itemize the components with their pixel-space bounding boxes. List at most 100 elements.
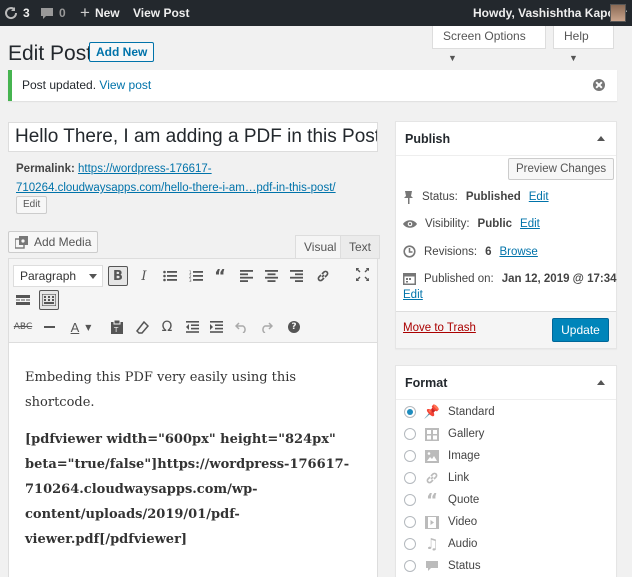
numbered-list-icon[interactable]: 123 [186,266,206,286]
browse-revisions-link[interactable]: Browse [499,246,537,258]
format-box-header[interactable]: Format [396,366,616,400]
edit-date-link[interactable]: Edit [403,289,423,301]
radio-video[interactable] [404,516,416,528]
link-icon[interactable] [313,266,333,286]
howdy-user[interactable]: Howdy, Vashishtha Kapoor [473,0,627,26]
image-icon [424,449,440,463]
update-button[interactable]: Update [552,318,609,342]
italic-icon[interactable]: I [134,266,154,286]
align-right-icon[interactable] [286,266,306,286]
screen-options-button[interactable]: Screen Options ▼ [432,26,546,63]
tab-visual[interactable]: Visual [295,235,346,259]
content-paragraph: Embeding this PDF very easily using this… [25,370,297,410]
format-option-label: Image [448,450,480,462]
strikethrough-icon[interactable]: ABC [13,317,33,337]
text-color-icon[interactable]: A ▼ [65,317,97,337]
pin-icon: 📌 [423,404,441,420]
view-post-link[interactable]: View Post [133,0,189,26]
video-icon [424,515,440,529]
new-content-menu[interactable]: + New [80,0,120,26]
media-icon [15,235,28,249]
format-option-video[interactable]: Video [404,513,477,531]
editor-content[interactable]: Embeding this PDF very easily using this… [9,343,377,577]
help-label: Help [564,29,589,43]
permalink-url-part1[interactable]: https://wordpress-176617- [78,163,212,175]
edit-status-link[interactable]: Edit [529,191,549,203]
publish-box-header[interactable]: Publish [396,122,616,156]
edit-permalink-button[interactable]: Edit [16,196,48,214]
redo-icon[interactable] [256,317,276,337]
view-post-link[interactable]: View post [99,78,151,92]
eye-icon [403,220,417,228]
edit-visibility-link[interactable]: Edit [520,218,540,230]
post-status: Status: Published Edit [403,190,549,204]
gallery-icon [424,427,440,441]
outdent-icon[interactable] [182,317,202,337]
bold-icon[interactable]: B [108,266,128,286]
radio-image[interactable] [404,450,416,462]
updates-menu[interactable]: 3 [4,0,30,26]
bullet-list-icon[interactable] [160,266,180,286]
radio-link[interactable] [404,472,416,484]
fullscreen-icon[interactable] [352,264,372,284]
publish-heading: Publish [405,132,451,146]
published-on-label: Published on: [424,272,494,285]
preview-changes-button[interactable]: Preview Changes [508,158,615,180]
format-option-audio[interactable]: ♫ Audio [404,535,477,553]
read-more-icon[interactable] [13,290,33,310]
add-new-button[interactable]: Add New [89,42,155,62]
radio-audio[interactable] [404,538,416,550]
help-icon[interactable]: ? [284,317,304,337]
add-media-button[interactable]: Add Media [8,231,99,253]
special-character-icon[interactable]: Ω [157,317,177,337]
format-select[interactable]: Paragraph [13,265,103,287]
horizontal-line-icon[interactable] [39,317,59,337]
radio-status[interactable] [404,560,416,572]
format-option-quote[interactable]: “ Quote [404,490,480,511]
chevron-up-icon[interactable] [597,380,605,385]
radio-quote[interactable] [404,494,416,506]
updates-icon [5,7,18,20]
format-option-image[interactable]: Image [404,447,480,465]
comments-menu[interactable]: 0 [40,0,66,26]
status-label: Status: [422,191,458,203]
avatar[interactable] [610,4,626,22]
align-center-icon[interactable] [261,266,281,286]
permalink-url-part2[interactable]: 710264.cloudwaysapps.com/hello-there-i-a… [16,182,336,194]
dismiss-icon[interactable] [593,79,605,91]
permalink: Permalink: https://wordpress-176617- 710… [16,160,376,198]
toolbar-toggle-icon[interactable] [39,290,59,310]
chevron-up-icon[interactable] [597,136,605,141]
clear-formatting-icon[interactable] [132,317,152,337]
format-option-standard[interactable]: 📌 Standard [404,403,495,421]
format-option-label: Status [448,560,481,572]
format-select-value: Paragraph [20,269,77,283]
undo-icon[interactable] [231,317,251,337]
published-on-value: Jan 12, 2019 @ 17:34 [501,272,617,285]
format-option-link[interactable]: Link [404,469,469,487]
format-option-gallery[interactable]: Gallery [404,425,484,443]
format-option-label: Quote [448,494,480,506]
comment-icon [41,7,53,19]
blockquote-icon[interactable]: “ [210,266,230,287]
help-button[interactable]: Help ▼ [553,26,614,63]
pdfviewer-shortcode: [pdfviewer width="600px" height="824px" … [25,432,350,547]
align-left-icon[interactable] [236,266,256,286]
visibility-label: Visibility: [425,218,470,230]
notice-text: Post updated. [22,78,97,92]
format-option-status[interactable]: Status [404,557,481,575]
status-value: Published [465,191,521,203]
radio-standard[interactable] [404,406,416,418]
comments-count: 0 [59,6,66,20]
indent-icon[interactable] [206,317,226,337]
tab-text[interactable]: Text [340,235,381,259]
post-published-on: Published on: Jan 12, 2019 @ 17:34 [403,272,617,285]
move-to-trash-link[interactable]: Move to Trash [403,322,476,334]
status-icon [424,559,440,573]
paste-text-icon[interactable]: T [107,317,127,337]
radio-gallery[interactable] [404,428,416,440]
format-option-label: Link [448,472,470,484]
screen-options-label: Screen Options [443,29,526,43]
post-title-input[interactable]: Hello There, I am adding a PDF in this P… [8,122,378,152]
published-on-edit: Edit [403,289,423,301]
